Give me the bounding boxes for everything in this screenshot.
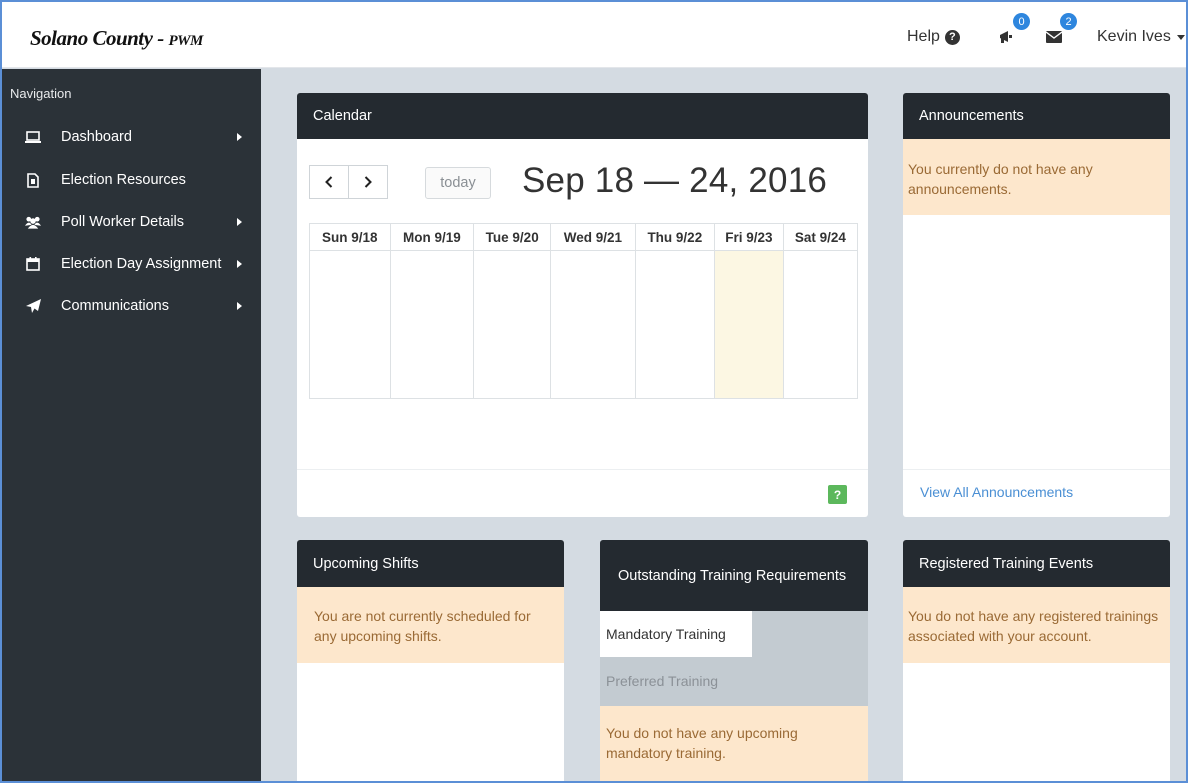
announcements-bell[interactable]: 0 (996, 13, 1030, 46)
panel-heading: Registered Training Events (903, 540, 1170, 587)
registered-training-panel: Registered Training Events You do not ha… (903, 540, 1170, 783)
sidebar-item-election-day-assignment[interactable]: Election Day Assignment (0, 244, 261, 284)
day-header: Sat 9/24 (782, 223, 859, 251)
caret-right-icon (237, 218, 242, 226)
day-cell[interactable] (634, 250, 716, 399)
chevron-right-icon (364, 176, 372, 188)
calendar-week-grid: Sun 9/18 Mon 9/19 Tue 9/20 Wed 9/21 Thu … (309, 223, 859, 399)
panel-footer-divider (297, 469, 868, 470)
sidebar-item-label: Election Resources (61, 172, 186, 188)
day-header: Thu 9/22 (634, 223, 716, 251)
help-link[interactable]: Help ? (907, 28, 960, 46)
day-cell[interactable] (782, 250, 859, 399)
today-button[interactable]: today (425, 167, 491, 199)
next-week-button[interactable] (349, 165, 388, 199)
panel-footer-divider (903, 469, 1170, 470)
laptop-icon (25, 129, 41, 145)
brand-separator: - (152, 26, 169, 50)
chevron-left-icon (325, 176, 333, 188)
caret-right-icon (237, 133, 242, 141)
day-header: Tue 9/20 (473, 223, 552, 251)
training-requirements-panel: Outstanding Training Requirements Prefer… (600, 540, 868, 783)
calendar-icon (25, 256, 41, 272)
announcements-panel: Announcements You currently do not have … (903, 93, 1170, 517)
day-cell-today[interactable] (714, 250, 784, 399)
panel-title: Upcoming Shifts (313, 555, 419, 572)
day-cell[interactable] (389, 250, 475, 399)
training-tabs: Preferred Training Mandatory Training (600, 611, 868, 705)
calendar-range-title: Sep 18 — 24, 2016 (522, 161, 828, 200)
sidebar-title: Navigation (10, 86, 72, 101)
calendar-help-button[interactable]: ? (828, 485, 847, 504)
sidebar-item-label: Poll Worker Details (61, 214, 185, 230)
day-header: Wed 9/21 (550, 223, 636, 251)
registered-training-empty-message: You do not have any registered trainings… (903, 587, 1170, 663)
sidebar: Navigation Dashboard Election Resources … (0, 69, 261, 783)
panel-title: Calendar (313, 108, 372, 124)
panel-heading: Upcoming Shifts (297, 540, 564, 587)
sidebar-item-poll-worker-details[interactable]: Poll Worker Details (0, 202, 261, 242)
messages-badge: 2 (1060, 13, 1077, 30)
announcements-badge: 0 (1013, 13, 1030, 30)
day-header: Sun 9/18 (309, 223, 391, 251)
caret-down-icon (1176, 34, 1185, 40)
panel-title: Registered Training Events (919, 555, 1094, 572)
panel-title: Announcements (919, 108, 1024, 124)
upcoming-shifts-panel: Upcoming Shifts You are not currently sc… (297, 540, 564, 783)
user-name: Kevin Ives (1097, 28, 1171, 45)
user-menu[interactable]: Kevin Ives (1097, 28, 1185, 46)
view-all-announcements-link[interactable]: View All Announcements (920, 484, 1073, 500)
panel-heading: Outstanding Training Requirements (600, 540, 868, 611)
calendar-nav-group (309, 165, 388, 199)
file-icon (25, 172, 41, 188)
day-cell[interactable] (473, 250, 552, 399)
caret-right-icon (237, 302, 242, 310)
calendar-body: today Sep 18 — 24, 2016 Sun 9/18 Mon 9/1… (297, 139, 868, 517)
top-navbar: Solano County - PWM Help ? 0 2 Kevin Ive… (0, 0, 1188, 68)
sidebar-item-label: Dashboard (61, 129, 132, 145)
panel-title: Outstanding Training Requirements (618, 567, 847, 584)
calendar-day-cells (309, 250, 859, 399)
sidebar-item-dashboard[interactable]: Dashboard (0, 117, 261, 157)
paper-plane-icon (25, 298, 41, 314)
sidebar-item-communications[interactable]: Communications (0, 286, 261, 326)
day-cell[interactable] (309, 250, 391, 399)
calendar-day-headers: Sun 9/18 Mon 9/19 Tue 9/20 Wed 9/21 Thu … (309, 223, 859, 251)
messages-link[interactable]: 2 (1043, 13, 1077, 46)
day-header: Fri 9/23 (714, 223, 784, 251)
day-header: Mon 9/19 (389, 223, 475, 251)
brand-logo[interactable]: Solano County - PWM (30, 26, 203, 51)
envelope-icon (1046, 31, 1062, 43)
prev-week-button[interactable] (309, 165, 349, 199)
sidebar-item-label: Communications (61, 298, 169, 314)
megaphone-icon (1000, 31, 1012, 43)
tab-mandatory-training[interactable]: Mandatory Training (600, 611, 752, 657)
tab-preferred-training[interactable]: Preferred Training (600, 657, 867, 705)
shifts-empty-message: You are not currently scheduled for any … (297, 587, 564, 663)
calendar-panel: Calendar today Sep 18 — 24, 2016 Sun 9/1… (297, 93, 868, 517)
question-circle-icon: ? (944, 29, 960, 45)
panel-heading: Announcements (903, 93, 1170, 139)
help-label: Help (907, 28, 940, 45)
users-icon (25, 214, 41, 230)
announcements-empty-message: You currently do not have any announceme… (903, 139, 1170, 215)
training-empty-message: You do not have any upcoming mandatory t… (600, 706, 868, 783)
sidebar-item-election-resources[interactable]: Election Resources (0, 160, 261, 200)
sidebar-item-label: Election Day Assignment (61, 256, 222, 272)
caret-right-icon (237, 260, 242, 268)
brand-main: Solano County (30, 26, 153, 50)
day-cell[interactable] (550, 250, 636, 399)
brand-sub: PWM (168, 33, 203, 49)
panel-heading: Calendar (297, 93, 868, 139)
